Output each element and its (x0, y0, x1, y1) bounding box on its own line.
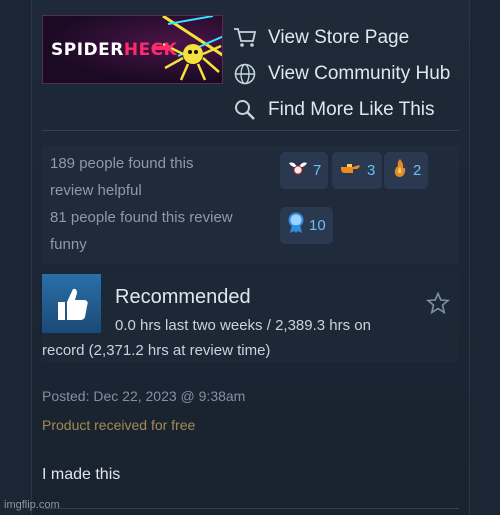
star-icon[interactable] (425, 291, 451, 319)
award-pointing-hand[interactable]: 3 (332, 152, 383, 189)
view-community-hub-label: View Community Hub (268, 63, 451, 84)
capsule-title: SPIDERHECK (51, 40, 177, 60)
bottom-divider (42, 508, 459, 509)
view-store-page-label: View Store Page (268, 27, 410, 48)
capsule-title-part1: SPIDER (51, 40, 124, 60)
funny-count-text: 81 people found this review funny (50, 209, 233, 253)
wings-award-icon (287, 159, 309, 182)
helpful-text-block: 189 people found this review helpful 81 … (50, 150, 280, 258)
thumbs-up-icon (42, 274, 101, 333)
search-icon (232, 97, 258, 123)
review-hours-line2: record (2,371.2 hrs at review time) (42, 342, 271, 359)
view-store-page-link[interactable]: View Store Page (232, 20, 450, 56)
pointing-hand-award-icon (339, 159, 363, 182)
cart-icon (232, 25, 258, 51)
posted-date: Posted: Dec 22, 2023 @ 9:38am (42, 388, 246, 404)
ribbon-award-icon (287, 212, 305, 239)
award-wings[interactable]: 7 (280, 152, 329, 189)
award-ribbon-count: 10 (309, 217, 326, 234)
watermark: imgflip.com (4, 499, 60, 511)
award-flame-count: 2 (413, 162, 422, 179)
award-flame[interactable]: 2 (384, 152, 429, 189)
flame-award-icon (391, 158, 409, 183)
find-more-like-this-label: Find More Like This (268, 99, 435, 120)
find-more-like-this-link[interactable]: Find More Like This (232, 92, 450, 128)
helpful-count-text: 189 people found this review helpful (50, 155, 194, 199)
divider (42, 130, 459, 131)
award-wings-count: 7 (313, 162, 322, 179)
view-community-hub-link[interactable]: View Community Hub (232, 56, 450, 92)
review-header: Recommended 0.0 hrs last two weeks / 2,3… (42, 274, 459, 362)
award-ribbon[interactable]: 10 (280, 207, 333, 244)
review-verdict: Recommended (115, 286, 251, 308)
award-pointing-hand-count: 3 (367, 162, 376, 179)
review-body: I made this (42, 466, 121, 483)
globe-icon (232, 61, 258, 87)
review-hours-line1: 0.0 hrs last two weeks / 2,389.3 hrs on (115, 317, 371, 334)
capsule-title-part2: HECK (123, 40, 178, 60)
game-links: View Store Page View Community Hub Find … (232, 20, 450, 128)
game-capsule-image[interactable]: SPIDERHECK (42, 15, 223, 84)
product-received-free-note: Product received for free (42, 417, 196, 433)
helpful-summary: 189 people found this review helpful 81 … (42, 146, 459, 264)
